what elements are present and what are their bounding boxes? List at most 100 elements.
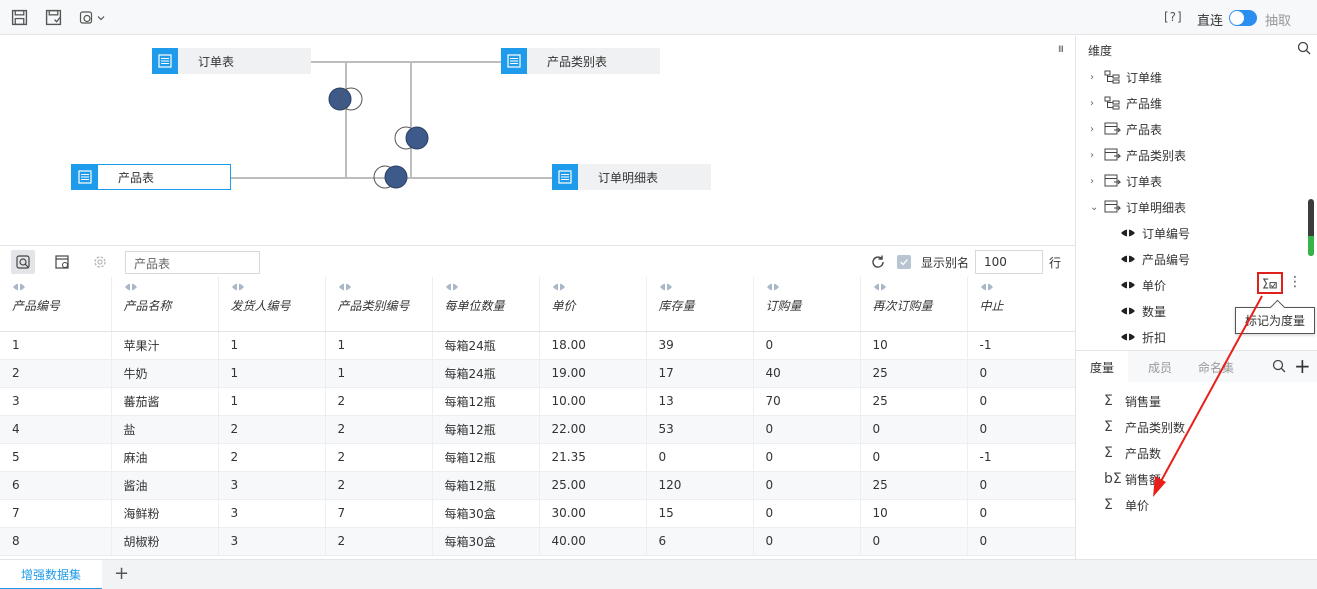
- tab-measures[interactable]: 度量: [1076, 351, 1129, 383]
- column-header-label: 产品名称: [123, 299, 172, 313]
- row-count-unit: 行: [1049, 256, 1062, 270]
- table-node-orders[interactable]: 订单表: [152, 48, 311, 74]
- table-cell: 0: [753, 331, 861, 360]
- column-header[interactable]: 产品类别编号: [325, 277, 433, 332]
- refresh-icon[interactable]: [870, 254, 886, 270]
- mark-as-measure-button[interactable]: [1257, 272, 1283, 294]
- relationship-diagram: 订单表 产品类别表 产品表 订单明细表 III: [0, 36, 1075, 244]
- table-cell: 25: [860, 471, 968, 500]
- table-cell: 0: [753, 471, 861, 500]
- dimension-item[interactable]: › 产品维: [1076, 90, 1306, 116]
- measure-item-label: 销售额: [1125, 472, 1162, 487]
- search-icon[interactable]: [1297, 41, 1311, 55]
- table-cell: 18.00: [539, 331, 647, 360]
- field-item[interactable]: 单价: [1120, 272, 1166, 298]
- table-node-product-category[interactable]: 产品类别表: [501, 48, 660, 74]
- table-cell: 120: [646, 471, 754, 500]
- scrollbar-accent: [1308, 236, 1314, 256]
- chevron-down-icon[interactable]: ⌄: [1090, 202, 1100, 213]
- column-header[interactable]: 库存量: [646, 277, 754, 332]
- table-node-label: 订单表: [198, 54, 235, 69]
- column-header[interactable]: 中止: [967, 277, 1075, 332]
- chevron-right-icon[interactable]: ›: [1090, 98, 1100, 109]
- show-alias-checkbox[interactable]: [897, 255, 911, 269]
- dimension-item[interactable]: › 产品表: [1076, 116, 1306, 142]
- collapse-panel-button[interactable]: III: [1058, 45, 1064, 55]
- table-cell: 2: [325, 527, 433, 556]
- field-icon: [1120, 305, 1136, 317]
- table-cell: 10: [860, 331, 968, 360]
- table-cell: 酱油: [111, 471, 219, 500]
- table-cell: 4: [0, 415, 112, 444]
- field-item[interactable]: 订单编号: [1120, 220, 1190, 246]
- measure-item[interactable]: Σ 单价: [1104, 492, 1149, 518]
- dimension-item[interactable]: › 产品类别表: [1076, 142, 1306, 168]
- field-icon: [980, 281, 1065, 295]
- tab-named-sets[interactable]: 命名集: [1184, 351, 1248, 383]
- add-tab-button[interactable]: +: [114, 563, 129, 584]
- right-join-icon[interactable]: [371, 164, 411, 190]
- column-header[interactable]: 订购量: [753, 277, 861, 332]
- add-measure-button[interactable]: +: [1294, 354, 1311, 378]
- table-cell: 0: [967, 415, 1075, 444]
- chevron-right-icon[interactable]: ›: [1090, 150, 1100, 161]
- column-header[interactable]: 产品编号: [0, 277, 112, 332]
- field-item[interactable]: 产品编号: [1120, 246, 1190, 272]
- table-link-icon: [1104, 122, 1122, 136]
- help-button[interactable]: [?]: [1164, 10, 1183, 24]
- table-cell: 5: [0, 443, 112, 472]
- table-node-order-details[interactable]: 订单明细表: [552, 164, 711, 190]
- dimension-item[interactable]: › 订单表: [1076, 168, 1306, 194]
- table-cell: 0: [967, 499, 1075, 528]
- table-row: 8 胡椒粉 3 2 每箱30盒 40.00 6 0 0 0: [0, 527, 1075, 556]
- measure-item[interactable]: bΣ 销售额: [1104, 466, 1161, 492]
- show-alias-label: 显示别名: [921, 256, 970, 270]
- edit-table-icon[interactable]: [50, 250, 74, 274]
- field-item[interactable]: 数量: [1120, 298, 1166, 324]
- table-cell: 1: [325, 331, 433, 360]
- chevron-right-icon[interactable]: ›: [1090, 124, 1100, 135]
- settings-dropdown-icon[interactable]: [79, 9, 107, 26]
- table-cell: 7: [0, 499, 112, 528]
- dimension-item-label: 订单维: [1126, 70, 1163, 85]
- table-node-products[interactable]: 产品表: [71, 164, 231, 190]
- column-header[interactable]: 每单位数量: [432, 277, 540, 332]
- table-name-field[interactable]: 产品表: [125, 251, 260, 274]
- right-join-icon[interactable]: [392, 125, 432, 151]
- chevron-right-icon[interactable]: ›: [1090, 72, 1100, 83]
- mark-as-measure-tooltip: 标记为度量: [1235, 307, 1315, 334]
- more-options-icon[interactable]: ⋮: [1288, 274, 1302, 290]
- dimension-item[interactable]: ⌄ 订单明细表: [1076, 194, 1306, 220]
- column-header[interactable]: 产品名称: [111, 277, 219, 332]
- column-header-label: 每单位数量: [444, 299, 505, 313]
- left-join-icon[interactable]: [326, 86, 366, 112]
- save-as-icon[interactable]: [45, 9, 62, 26]
- save-icon[interactable]: [11, 9, 28, 26]
- data-preview-icon[interactable]: [11, 250, 35, 274]
- mode-toggle[interactable]: [1229, 10, 1257, 26]
- measure-item[interactable]: Σ 产品数: [1104, 440, 1161, 466]
- search-icon[interactable]: [1272, 359, 1286, 373]
- tab-enhanced-dataset[interactable]: 增强数据集: [0, 560, 102, 589]
- table-cell: 21.35: [539, 443, 647, 472]
- sigma-icon: Σ: [1104, 497, 1113, 513]
- table-cell: 0: [967, 471, 1075, 500]
- table-cell: 0: [753, 499, 861, 528]
- field-item[interactable]: 折扣: [1120, 324, 1166, 350]
- chevron-right-icon[interactable]: ›: [1090, 176, 1100, 187]
- table-cell: -1: [967, 443, 1075, 472]
- column-header[interactable]: 再次订购量: [860, 277, 968, 332]
- table-cell: 2: [325, 443, 433, 472]
- measure-item[interactable]: Σ 销售量: [1104, 388, 1161, 414]
- tab-members[interactable]: 成员: [1134, 351, 1186, 383]
- table-cell: 1: [0, 331, 112, 360]
- column-header[interactable]: 发货人编号: [218, 277, 326, 332]
- table-cell: 40.00: [539, 527, 647, 556]
- extract-mode-label: 抽取: [1265, 14, 1292, 29]
- sigma-icon: Σ: [1104, 393, 1113, 409]
- dimension-item[interactable]: › 订单维: [1076, 64, 1306, 90]
- dimension-item-label: 订单明细表: [1126, 200, 1187, 215]
- column-header[interactable]: 单价: [539, 277, 647, 332]
- row-count-input[interactable]: 100: [975, 250, 1043, 274]
- measure-item[interactable]: Σ 产品类别数: [1104, 414, 1185, 440]
